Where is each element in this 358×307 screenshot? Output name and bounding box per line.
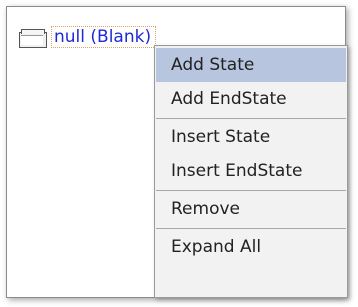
stage: null (Blank) Add State Add EndState Inse… xyxy=(0,0,358,307)
tree-node-root[interactable]: null (Blank) xyxy=(19,26,157,48)
menu-separator xyxy=(156,118,346,119)
menu-item-insert-endstate[interactable]: Insert EndState xyxy=(156,154,346,188)
folder-icon xyxy=(19,28,47,48)
menu-item-add-state[interactable]: Add State xyxy=(156,48,346,82)
menu-separator xyxy=(156,228,346,229)
menu-item-add-endstate[interactable]: Add EndState xyxy=(156,82,346,116)
menu-separator xyxy=(156,190,346,191)
context-menu: Add State Add EndState Insert State Inse… xyxy=(154,45,348,298)
menu-item-expand-all[interactable]: Expand All xyxy=(156,230,346,264)
menu-item-insert-state[interactable]: Insert State xyxy=(156,120,346,154)
tree-node-label[interactable]: null (Blank) xyxy=(51,26,157,48)
menu-item-remove[interactable]: Remove xyxy=(156,192,346,226)
